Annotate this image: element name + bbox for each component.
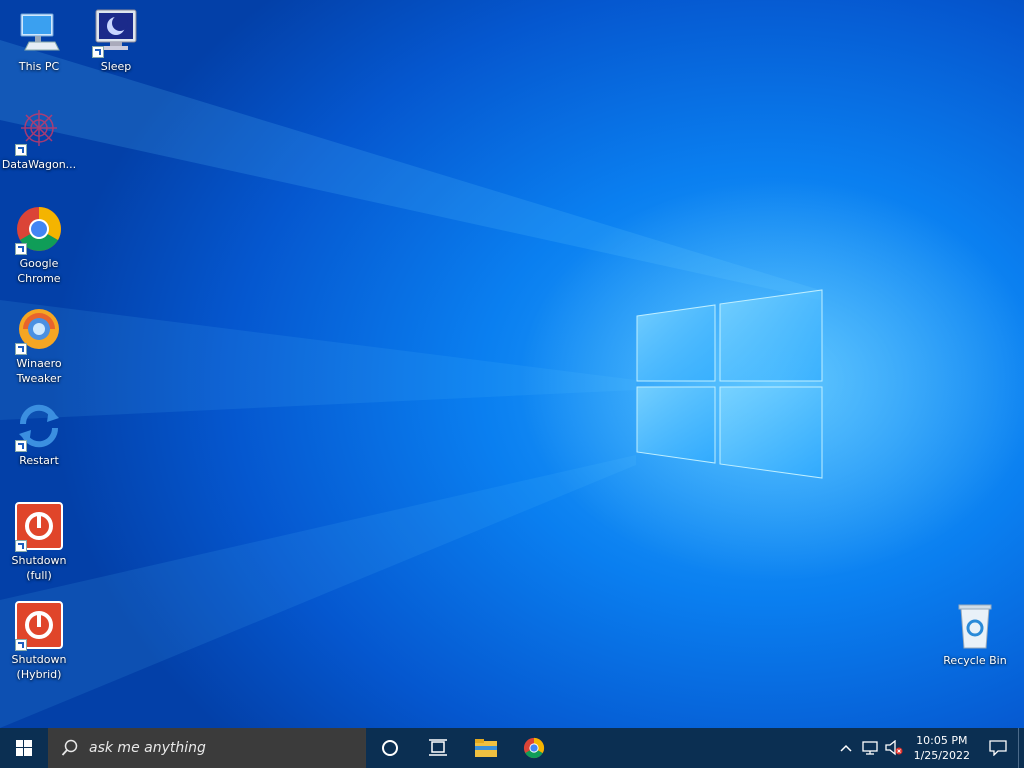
desktop-icon-sleep[interactable]: Sleep [78,8,154,74]
task-view-button[interactable] [414,728,462,768]
desktop-icon-label: Recycle Bin [943,654,1007,667]
chrome-icon [523,737,545,759]
file-explorer-icon [475,739,497,757]
system-tray: 10:05 PM 1/25/2022 [834,728,1024,768]
shortcut-arrow-icon [15,243,27,255]
volume-button[interactable] [882,728,906,768]
desktop-icon-label: DataWagon... [1,158,77,171]
desktop-icon-label: Sleep [100,60,132,73]
desktop-icon-label: Winaero Tweaker [16,357,62,385]
desktop-icon-label: Google Chrome [17,257,61,285]
windows-logo [636,289,823,479]
action-center-button[interactable] [978,728,1018,768]
taskbar: ask me anything 10:05 PM 1/25/2022 [0,728,1024,768]
this-pc-icon [15,8,63,56]
network-icon [861,741,878,755]
clock[interactable]: 10:05 PM 1/25/2022 [906,733,978,763]
shortcut-arrow-icon [15,540,27,552]
chevron-up-icon [840,744,852,752]
shutdown-icon [15,601,63,651]
search-icon [61,739,78,756]
desktop-icon-winaero-tweaker[interactable]: Winaero Tweaker [1,305,77,386]
shortcut-arrow-icon [15,144,27,156]
search-placeholder: ask me anything [89,740,206,756]
datawagon-icon [15,106,63,156]
windows-wallpaper [0,40,1024,728]
shutdown-icon [15,502,63,552]
task-view-icon [429,739,447,756]
cortana-button[interactable] [366,728,414,768]
shortcut-arrow-icon [15,343,27,355]
clock-time: 10:05 PM [916,734,968,747]
desktop-icon-google-chrome[interactable]: Google Chrome [1,205,77,286]
desktop-icon-shutdown-full[interactable]: Shutdown (full) [1,502,77,583]
taskbar-chrome[interactable] [510,728,558,768]
desktop-icon-label: Shutdown (Hybrid) [11,653,67,681]
winaero-tweaker-icon [15,305,63,355]
desktop-icon-label: This PC [18,60,60,73]
desktop-icon-recycle-bin[interactable]: Recycle Bin [937,602,1013,668]
sleep-icon [92,8,140,58]
volume-muted-icon [884,740,903,756]
taskbar-file-explorer[interactable] [462,728,510,768]
recycle-bin-icon [951,602,999,650]
restart-icon [15,402,63,452]
search-box[interactable]: ask me anything [48,728,366,768]
shortcut-arrow-icon [92,46,104,58]
windows-start-icon [16,740,32,756]
notification-icon [989,740,1007,756]
cortana-icon [382,740,398,756]
desktop-icon-restart[interactable]: Restart [1,402,77,468]
clock-date: 1/25/2022 [913,749,970,762]
start-button[interactable] [0,728,48,768]
shortcut-arrow-icon [15,440,27,452]
desktop-icon-this-pc[interactable]: This PC [1,8,77,74]
show-hidden-icons-button[interactable] [834,728,858,768]
shortcut-arrow-icon [15,639,27,651]
desktop-icon-datawagon[interactable]: DataWagon... [1,106,77,172]
chrome-icon [15,205,63,255]
desktop-icon-shutdown-hybrid[interactable]: Shutdown (Hybrid) [1,601,77,682]
show-desktop-button[interactable] [1018,728,1024,768]
desktop-icon-label: Restart [19,454,59,467]
desktop-icon-label: Shutdown (full) [11,554,67,582]
network-button[interactable] [858,728,882,768]
